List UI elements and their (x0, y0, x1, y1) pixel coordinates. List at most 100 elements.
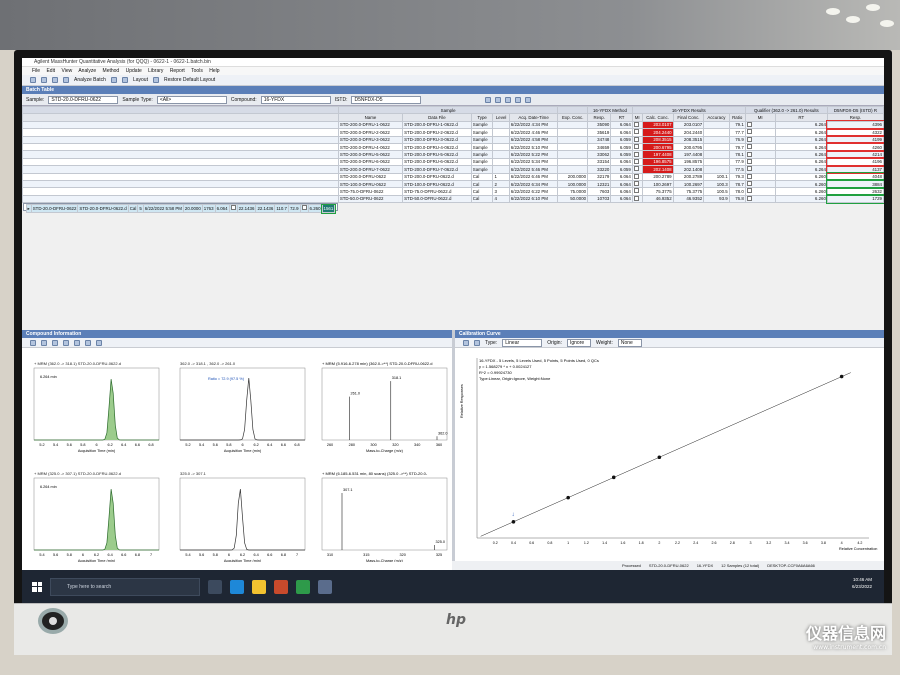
cell-ratio[interactable]: 77.7 (728, 128, 746, 137)
cell-iresp[interactable]: 1729 (826, 194, 884, 204)
cell-irt[interactable]: 6.260 (307, 204, 323, 214)
table-row[interactable]: ▸ STD-20.0-DFRU-0622 STD-20.0-DFRU-0622.d C… (22, 203, 339, 214)
cell-irt[interactable]: 6.264 (774, 135, 828, 144)
table-row[interactable]: STD-200.0-DFRU-7-0622 STD-200.0-DFRU-7-06… (22, 164, 884, 175)
mi-checkbox[interactable] (299, 204, 309, 214)
column-header[interactable]: Resp. (826, 113, 884, 122)
mi-checkbox[interactable] (744, 187, 776, 196)
cell-rt[interactable]: 6.059 (610, 142, 633, 152)
cell-final[interactable]: 197.4408 (672, 150, 705, 159)
cell-name[interactable]: STD-20.0-DFRU-0622 (30, 204, 79, 214)
restore-layout-button[interactable]: Restore Default Layout (164, 77, 215, 83)
menu-library[interactable]: Library (148, 68, 163, 74)
cell-acc[interactable] (703, 142, 730, 152)
spectrum-icon[interactable] (96, 339, 102, 346)
cell-ratio[interactable]: 79.1 (728, 120, 746, 130)
cell-iresp[interactable]: 2632 (826, 186, 884, 197)
save-icon[interactable] (52, 77, 58, 83)
cell-final[interactable]: 204.2440 (672, 128, 705, 137)
column-header[interactable]: Final Conc. (672, 113, 705, 122)
cell-name[interactable]: STD-75.0-DFRU-0622 (337, 187, 404, 196)
cell-file[interactable]: STD-200.0-DFRU-1-0622.d (402, 120, 472, 130)
mi-checkbox[interactable] (744, 128, 776, 137)
cell-acc[interactable] (703, 157, 730, 167)
cell-calc[interactable]: 208.3515 (641, 135, 674, 144)
peak-icon[interactable] (74, 339, 80, 346)
cell-rt[interactable]: 6.059 (610, 135, 633, 144)
cell-name[interactable]: STD-200.0-DFRU-2-0622 (337, 128, 404, 137)
cell-resp[interactable]: 10703 (587, 194, 612, 204)
cell-file[interactable]: STD-200.0-DFRU-5-0622.d (402, 150, 472, 159)
cell-date[interactable]: 6/22/2022 6:46 PM (508, 172, 559, 181)
cell-resp[interactable]: 34659 (587, 142, 612, 152)
cal-type-select[interactable]: Linear (502, 338, 543, 347)
cell-rt[interactable]: 6.059 (610, 150, 633, 159)
cell-name[interactable]: STD-200.0-DFRU-4-0622 (337, 142, 404, 152)
cell-resp[interactable]: 32179 (587, 172, 612, 181)
cell-type[interactable]: Sample (470, 157, 494, 167)
mi-checkbox[interactable] (744, 135, 776, 144)
cell-type[interactable]: Sample (470, 135, 494, 144)
cell-date[interactable]: 6/22/2022 5:58 PM (142, 204, 184, 214)
column-header[interactable]: Level (492, 113, 510, 122)
cell-final[interactable]: 46.9352 (672, 194, 705, 204)
table-row[interactable]: STD-100.0-DFRU-0622 STD-100.0-DFRU-0622.d… (22, 179, 884, 189)
mi-checkbox[interactable] (631, 120, 643, 130)
cell-level[interactable]: 1 (492, 172, 510, 181)
mi-checkbox[interactable] (631, 194, 643, 204)
cell-name[interactable]: STD-100.0-DFRU-0622 (337, 179, 404, 189)
cell-iresp[interactable]: 3884 (826, 179, 884, 189)
menu-view[interactable]: View (61, 68, 72, 74)
cell-calc[interactable]: 200.6795 (641, 142, 674, 152)
menu-edit[interactable]: Edit (46, 68, 55, 74)
column-header[interactable]: Type (470, 113, 494, 122)
cell-level[interactable] (492, 150, 510, 159)
table-row[interactable]: STD-75.0-DFRU-0622 STD-75.0-DFRU-0622.d Ca… (22, 186, 884, 197)
table-row[interactable]: STD-200.0-DFRU-1-0622 STD-200.0-DFRU-1-06… (22, 120, 884, 130)
cell-ratio[interactable]: 79.7 (728, 142, 746, 152)
cell-ratio[interactable]: 79.3 (728, 172, 746, 181)
cell-type[interactable]: Cal (127, 204, 139, 214)
cell-file[interactable]: STD-75.0-DFRU-0622.d (402, 187, 472, 196)
cell-type[interactable]: Sample (470, 165, 494, 174)
column-header[interactable]: Name (337, 113, 404, 122)
cell-date[interactable]: 6/22/2022 5:22 PM (508, 150, 559, 159)
cell-date[interactable]: 6/22/2022 4:46 PM (508, 128, 559, 137)
table-row[interactable]: STD-200.0-DFRU-0622 STD-200.0-DFRU-0622.d… (22, 171, 884, 182)
cell-ratio[interactable]: 76.8 (728, 194, 746, 204)
cell-resp[interactable]: 35619 (587, 128, 612, 137)
mi-checkbox[interactable] (744, 120, 776, 130)
cell-iresp[interactable]: 4322 (826, 127, 884, 138)
cell-file[interactable]: STD-200.0-DFRU-7-0622.d (402, 165, 472, 174)
cell-level[interactable] (492, 142, 510, 152)
column-header[interactable]: RT (610, 113, 633, 122)
cell-acc[interactable] (703, 165, 730, 174)
column-header[interactable]: MI (744, 113, 776, 122)
cell-level[interactable] (492, 157, 510, 167)
zoom-icon[interactable] (41, 339, 47, 346)
cell-final[interactable]: 75.3775 (672, 187, 705, 196)
cell-calc[interactable]: 46.9352 (641, 194, 674, 204)
cell-file[interactable]: STD-100.0-DFRU-0622.d (402, 179, 472, 189)
cell-final[interactable]: 202.1408 (672, 165, 705, 174)
cell-file[interactable]: STD-50.0-DFRU-0622.d (402, 194, 472, 204)
app-icon[interactable] (274, 579, 288, 594)
column-header[interactable]: Resp. (587, 113, 612, 122)
cell-calc[interactable]: 22.1436 (236, 204, 257, 214)
mi-checkbox[interactable] (631, 165, 643, 174)
cell-acc[interactable] (703, 135, 730, 144)
cell-ratio[interactable]: 77.5 (728, 165, 746, 174)
cell-exp[interactable]: 200.0000 (557, 172, 589, 181)
cell-exp[interactable] (557, 128, 589, 137)
compound-select[interactable]: 16-YFDX (260, 95, 331, 104)
menu-report[interactable]: Report (170, 68, 185, 74)
cell-type[interactable]: Cal (470, 172, 494, 181)
cell-irt[interactable]: 6.264 (774, 150, 828, 159)
cell-level[interactable]: 4 (492, 194, 510, 204)
cell-calc[interactable]: 202.1408 (641, 165, 674, 174)
cell-file[interactable]: STD-200.0-DFRU-2-0622.d (402, 128, 472, 137)
mi-checkbox[interactable] (631, 172, 643, 181)
cell-date[interactable]: 6/22/2022 6:22 PM (508, 187, 559, 196)
cell-ratio[interactable]: 76.9 (728, 135, 746, 144)
cell-calc[interactable]: 200.2789 (641, 172, 674, 181)
